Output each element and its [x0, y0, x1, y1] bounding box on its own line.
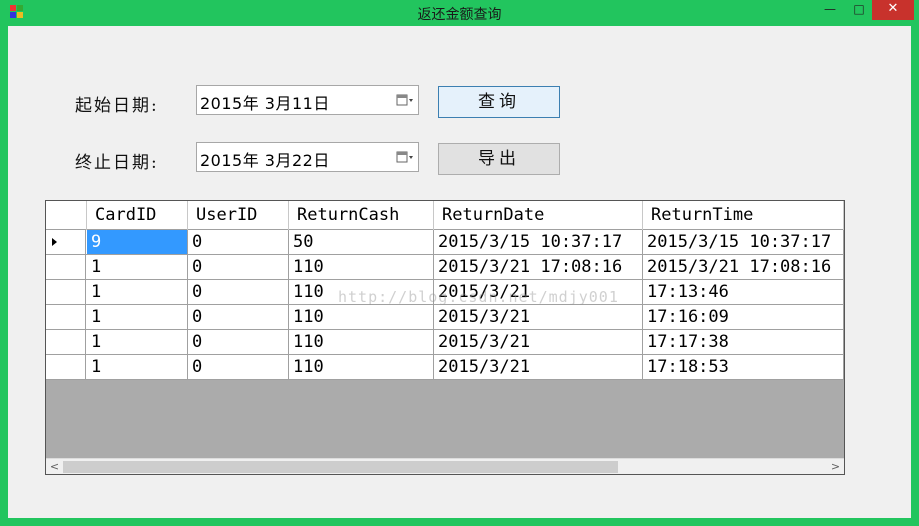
column-header[interactable]: CardID	[87, 201, 188, 230]
table-cell[interactable]: 1	[87, 305, 188, 329]
row-header[interactable]	[46, 255, 86, 279]
table-cell[interactable]: 2015/3/21 17:08:16	[643, 255, 844, 279]
end-date-picker[interactable]: 2015年 3月22日	[196, 142, 419, 172]
application-window: 返还金额查询 — □ ✕ 起始日期: 2015年 3月11日 查询 终止日期: …	[0, 0, 919, 526]
minimize-button[interactable]: —	[818, 0, 842, 20]
table-cell[interactable]: 0	[188, 305, 289, 329]
table-cell[interactable]: 110	[289, 255, 434, 279]
calendar-dropdown-icon[interactable]	[396, 94, 414, 106]
table-cell[interactable]: 110	[289, 355, 434, 379]
table-cell[interactable]: 0	[188, 280, 289, 304]
close-button[interactable]: ✕	[872, 0, 914, 20]
grid-header: CardID UserID ReturnCash ReturnDate Retu…	[46, 201, 844, 230]
data-grid[interactable]: CardID UserID ReturnCash ReturnDate Retu…	[45, 200, 845, 475]
table-cell[interactable]: 17:17:38	[643, 330, 844, 354]
scroll-right-icon[interactable]: >	[827, 459, 844, 474]
start-date-value: 2015年 3月11日	[200, 94, 330, 113]
form-client-area: 起始日期: 2015年 3月11日 查询 终止日期: 2015年 3月22日 导…	[8, 26, 911, 518]
table-cell[interactable]: 2015/3/21	[434, 355, 643, 379]
scrollbar-thumb[interactable]	[63, 461, 618, 473]
column-header[interactable]: UserID	[188, 201, 289, 230]
query-button[interactable]: 查询	[438, 86, 560, 118]
start-date-label: 起始日期:	[75, 96, 159, 116]
table-cell[interactable]: 0	[188, 230, 289, 254]
end-date-value: 2015年 3月22日	[200, 151, 330, 170]
horizontal-scrollbar[interactable]: < >	[46, 458, 844, 474]
window-title: 返还金额查询	[417, 7, 502, 23]
table-cell[interactable]: 2015/3/15 10:37:17	[434, 230, 643, 254]
table-cell[interactable]: 1	[87, 355, 188, 379]
table-cell[interactable]: 2015/3/21 17:08:16	[434, 255, 643, 279]
row-header[interactable]	[46, 305, 86, 329]
export-button[interactable]: 导出	[438, 143, 560, 175]
table-cell[interactable]: 0	[188, 255, 289, 279]
table-row[interactable]: 1 0 110 2015/3/21 17:08:16 2015/3/21 17:…	[46, 255, 844, 280]
row-header[interactable]	[46, 230, 86, 254]
current-row-arrow-icon	[52, 238, 57, 246]
table-row[interactable]: 1 0 110 2015/3/21 17:16:09	[46, 305, 844, 330]
scroll-left-icon[interactable]: <	[46, 459, 63, 474]
row-header[interactable]	[46, 280, 86, 304]
table-cell[interactable]: 1	[87, 330, 188, 354]
table-cell[interactable]: 2015/3/21	[434, 305, 643, 329]
column-header[interactable]: ReturnTime	[643, 201, 844, 230]
table-row[interactable]: 1 0 110 2015/3/21 17:17:38	[46, 330, 844, 355]
row-header[interactable]	[46, 355, 86, 379]
header-corner[interactable]	[46, 201, 87, 230]
table-cell[interactable]: 1	[87, 255, 188, 279]
column-header[interactable]: ReturnCash	[289, 201, 434, 230]
table-row[interactable]: 1 0 110 2015/3/21 17:18:53	[46, 355, 844, 380]
column-header[interactable]: ReturnDate	[434, 201, 643, 230]
table-cell[interactable]: 2015/3/15 10:37:17	[643, 230, 844, 254]
table-cell[interactable]: 17:13:46	[643, 280, 844, 304]
table-cell[interactable]: 1	[87, 280, 188, 304]
maximize-button[interactable]: □	[848, 0, 870, 20]
table-cell[interactable]: 2015/3/21	[434, 330, 643, 354]
title-bar[interactable]: 返还金额查询 — □ ✕	[0, 0, 919, 26]
table-cell[interactable]: 17:18:53	[643, 355, 844, 379]
end-date-label: 终止日期:	[75, 153, 159, 173]
calendar-dropdown-icon[interactable]	[396, 151, 414, 163]
table-cell[interactable]: 110	[289, 305, 434, 329]
table-cell[interactable]: 17:16:09	[643, 305, 844, 329]
table-cell[interactable]: 50	[289, 230, 434, 254]
table-cell[interactable]: 0	[188, 330, 289, 354]
table-row[interactable]: 9 0 50 2015/3/15 10:37:17 2015/3/15 10:3…	[46, 230, 844, 255]
table-cell[interactable]: 9	[87, 230, 188, 254]
table-cell[interactable]: 110	[289, 330, 434, 354]
row-header[interactable]	[46, 330, 86, 354]
watermark-text: http://blog.csdn.net/mdjy001	[338, 288, 619, 306]
table-cell[interactable]: 0	[188, 355, 289, 379]
start-date-picker[interactable]: 2015年 3月11日	[196, 85, 419, 115]
